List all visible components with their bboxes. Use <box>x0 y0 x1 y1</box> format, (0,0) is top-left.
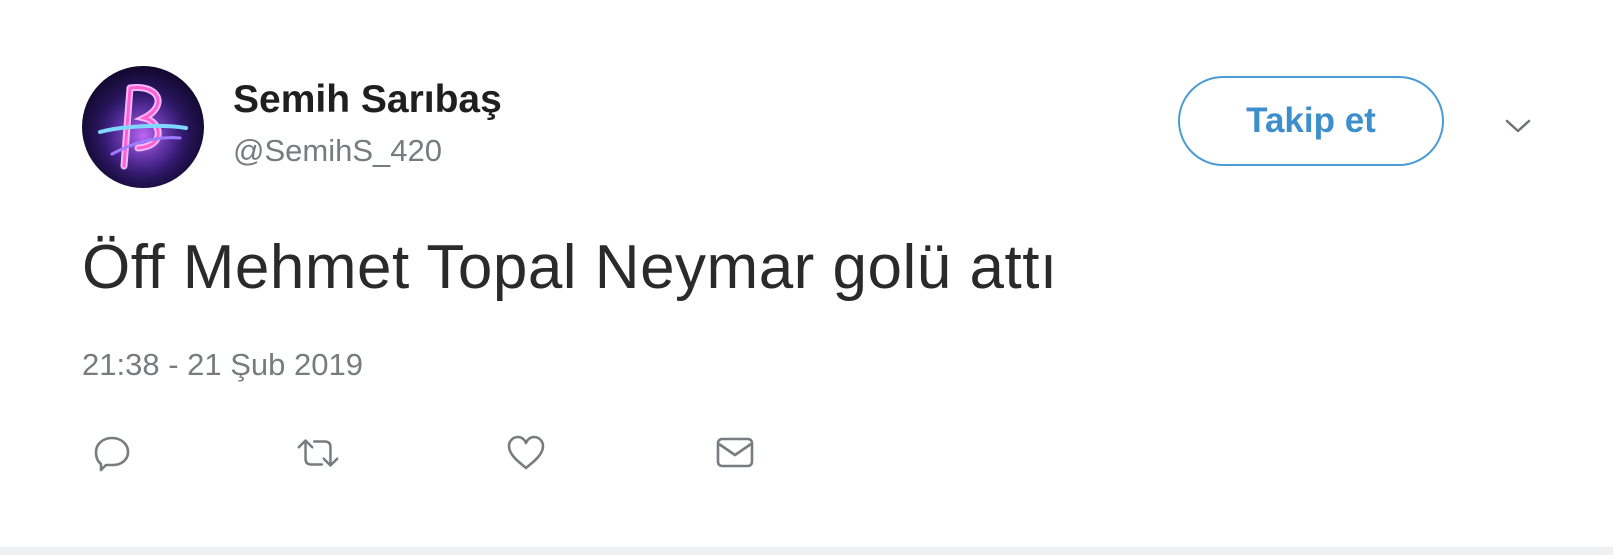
retweet-button[interactable] <box>295 430 341 476</box>
user-handle[interactable]: @SemihS_420 <box>233 131 442 171</box>
tweet-timestamp[interactable]: 21:38 - 21 Şub 2019 <box>82 345 363 385</box>
direct-message-button[interactable] <box>712 430 758 476</box>
avatar-neon-letter-icon <box>87 74 199 186</box>
follow-button[interactable]: Takip et <box>1178 76 1444 166</box>
more-menu-button[interactable] <box>1500 108 1536 144</box>
retweet-icon <box>297 439 339 467</box>
avatar[interactable] <box>82 66 204 188</box>
heart-icon <box>507 435 545 470</box>
chevron-down-icon <box>1505 119 1531 133</box>
envelope-icon <box>716 437 754 468</box>
reply-button[interactable] <box>89 430 135 476</box>
tweet-card: Semih Sarıbaş @SemihS_420 Takip et Öff M… <box>0 0 1613 555</box>
display-name[interactable]: Semih Sarıbaş <box>233 76 502 124</box>
like-button[interactable] <box>503 430 549 476</box>
card-divider <box>0 547 1613 555</box>
reply-icon <box>94 436 130 472</box>
tweet-text: Öff Mehmet Topal Neymar golü attı <box>82 233 1058 302</box>
